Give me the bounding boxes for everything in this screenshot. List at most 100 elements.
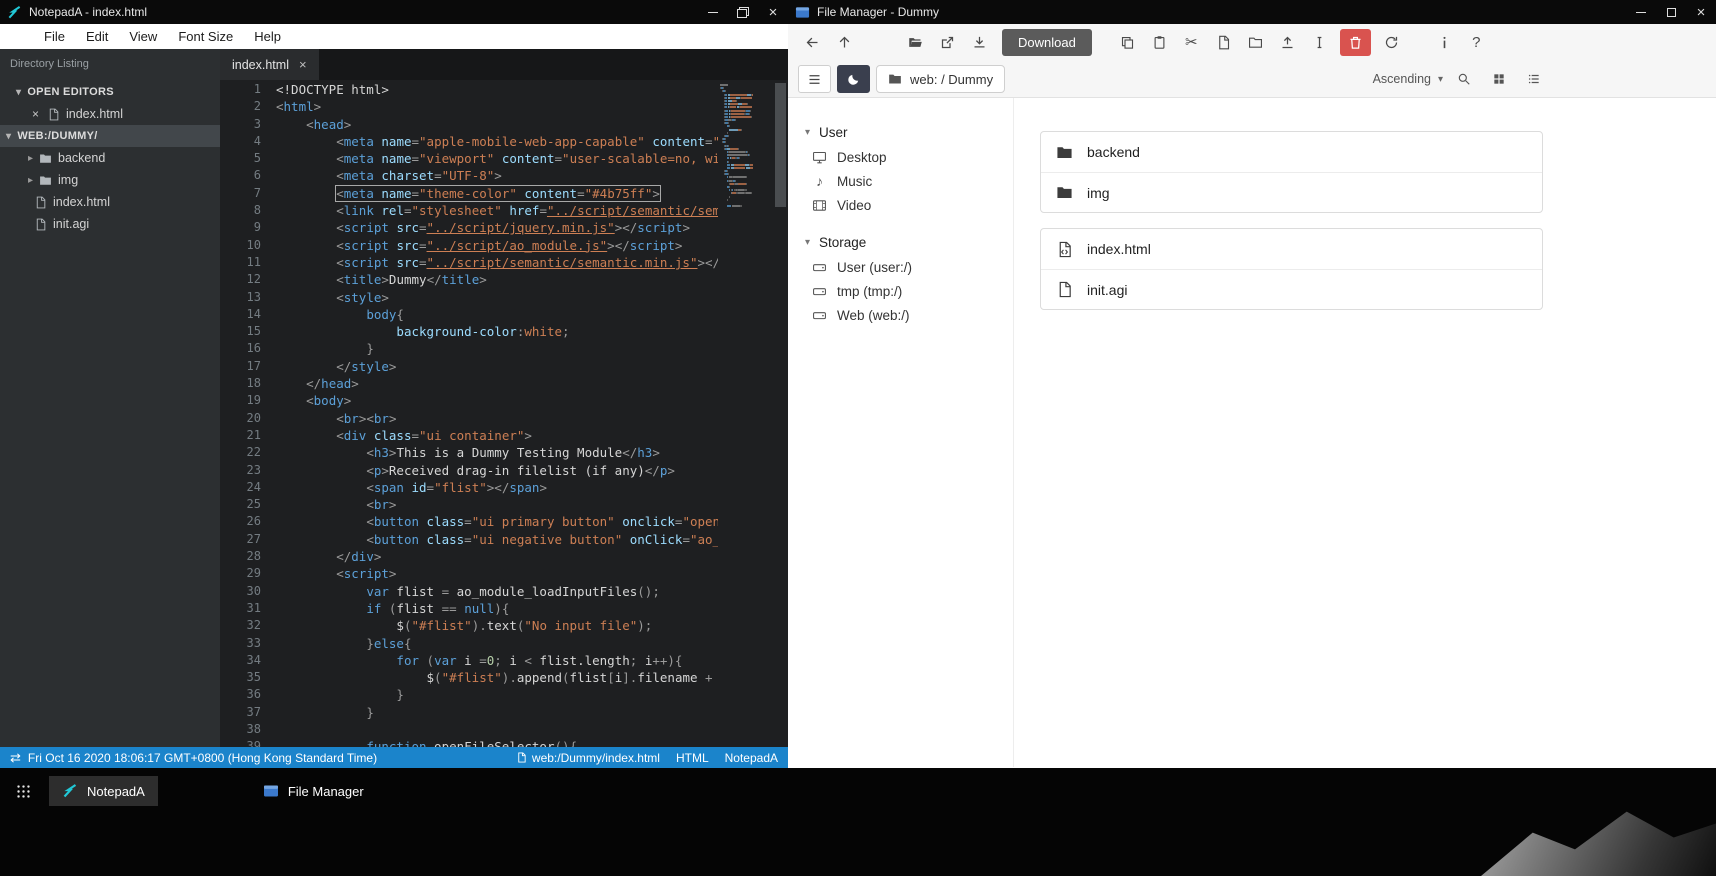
taskbar-item-file-manager[interactable]: File Manager [250, 776, 377, 806]
tree-item-img[interactable]: ▸ img [0, 169, 220, 191]
close-button[interactable]: × [758, 0, 788, 24]
sort-dropdown[interactable]: Ascending ▾ [1373, 72, 1443, 86]
code-line[interactable]: 1 <!DOCTYPE html> [220, 81, 718, 98]
code-line[interactable]: 34 for (var i =0; i < flist.length; i++)… [220, 652, 718, 669]
menu-item-view[interactable]: View [129, 29, 157, 44]
cut-button[interactable]: ✂ [1177, 29, 1206, 56]
minimize-button[interactable] [698, 0, 728, 24]
open-button[interactable] [901, 29, 930, 56]
code-line[interactable]: 25 <br> [220, 496, 718, 513]
theme-toggle-button[interactable] [837, 65, 870, 93]
code-line[interactable]: 38 [220, 721, 718, 738]
fm-sidebar-item-music[interactable]: ♪ Music [805, 169, 1013, 193]
code-line[interactable]: 7 <meta name="theme-color" content="#4b7… [220, 184, 718, 202]
code-line[interactable]: 26 <button class="ui primary button" onc… [220, 513, 718, 530]
close-button[interactable]: × [1686, 0, 1716, 24]
code-line[interactable]: 28 </div> [220, 548, 718, 565]
code-line[interactable]: 32 $("#flist").text("No input file"); [220, 617, 718, 634]
copy-button[interactable] [1113, 29, 1142, 56]
grid-view-button[interactable] [1485, 66, 1513, 92]
upload-button[interactable] [1273, 29, 1302, 56]
code-line[interactable]: 21 <div class="ui container"> [220, 427, 718, 444]
refresh-button[interactable] [1377, 29, 1406, 56]
up-button[interactable] [830, 29, 859, 56]
tree-item-backend[interactable]: ▸ backend [0, 147, 220, 169]
code-line[interactable]: 18 </head> [220, 375, 718, 392]
list-view-button[interactable] [1520, 66, 1548, 92]
menu-item-help[interactable]: Help [254, 29, 281, 44]
back-button[interactable] [798, 29, 827, 56]
code-line[interactable]: 29 <script> [220, 565, 718, 582]
restore-button[interactable] [728, 0, 758, 24]
delete-button[interactable] [1339, 29, 1371, 56]
code-line[interactable]: 15 background-color:white; [220, 323, 718, 340]
menu-button[interactable] [798, 65, 831, 93]
tab-close-icon[interactable]: × [299, 57, 307, 72]
tree-section-open-editors[interactable]: ▾ OPEN EDITORS [0, 81, 220, 103]
code-line[interactable]: 31 if (flist == null){ [220, 600, 718, 617]
rename-button[interactable] [1305, 29, 1334, 56]
save-button[interactable] [965, 29, 994, 56]
statusbar-language[interactable]: HTML [676, 751, 709, 765]
fm-content[interactable]: backend img index.html init.agi [1014, 98, 1716, 767]
code-line[interactable]: 33 }else{ [220, 635, 718, 652]
fm-file-row-backend[interactable]: backend [1041, 132, 1542, 172]
fm-sidebar-item-tmp-tmp[interactable]: tmp (tmp:/) [805, 279, 1013, 303]
editor-scrollbar[interactable] [773, 80, 788, 747]
menu-item-font-size[interactable]: Font Size [178, 29, 233, 44]
search-button[interactable] [1450, 66, 1478, 92]
scrollbar-thumb[interactable] [775, 83, 786, 207]
taskbar-item-notepada[interactable]: NotepadA [49, 776, 158, 806]
tree-item-index-html[interactable]: × index.html [0, 103, 220, 125]
code-line[interactable]: 10 <script src="../script/ao_module.js">… [220, 237, 718, 254]
new-file-button[interactable] [1209, 29, 1238, 56]
code-line[interactable]: 3 <head> [220, 116, 718, 133]
code-line[interactable]: 14 body{ [220, 306, 718, 323]
fm-section-header-user[interactable]: ▾ User [805, 120, 1013, 145]
app-launcher-button[interactable] [5, 776, 41, 806]
code-line[interactable]: 2 <html> [220, 98, 718, 115]
minimize-button[interactable] [1626, 0, 1656, 24]
tree-item-index-html[interactable]: index.html [0, 191, 220, 213]
paste-button[interactable] [1145, 29, 1174, 56]
code-line[interactable]: 13 <style> [220, 289, 718, 306]
fm-file-row-init-agi[interactable]: init.agi [1041, 269, 1542, 309]
fm-sidebar-item-video[interactable]: Video [805, 193, 1013, 217]
code-line[interactable]: 11 <script src="../script/semantic/seman… [220, 254, 718, 271]
fm-sidebar-item-desktop[interactable]: Desktop [805, 145, 1013, 169]
code-line[interactable]: 30 var flist = ao_module_loadInputFiles(… [220, 583, 718, 600]
code-line[interactable]: 9 <script src="../script/jquery.min.js">… [220, 219, 718, 236]
code-line[interactable]: 23 <p>Received drag-in filelist (if any)… [220, 462, 718, 479]
fm-sidebar-item-web-web[interactable]: Web (web:/) [805, 303, 1013, 327]
open-in-new-window-button[interactable] [933, 29, 962, 56]
code-line[interactable]: 39 function openFileSelector(){ [220, 738, 718, 747]
tab-index-html[interactable]: index.html × [220, 49, 319, 80]
tree-section-web-dummy[interactable]: ▾ WEB:/DUMMY/ [0, 125, 220, 147]
menu-item-file[interactable]: File [44, 29, 65, 44]
code-line[interactable]: 19 <body> [220, 392, 718, 409]
path-bar[interactable]: web: / Dummy [876, 65, 1006, 93]
code-line[interactable]: 4 <meta name="apple-mobile-web-app-capab… [220, 133, 718, 150]
code-line[interactable]: 5 <meta name="viewport" content="user-sc… [220, 150, 718, 167]
code-line[interactable]: 8 <link rel="stylesheet" href="../script… [220, 202, 718, 219]
fm-section-header-storage[interactable]: ▾ Storage [805, 230, 1013, 255]
fm-file-row-index-html[interactable]: index.html [1041, 229, 1542, 269]
menu-item-edit[interactable]: Edit [86, 29, 108, 44]
download-button[interactable]: Download [1002, 29, 1092, 56]
properties-button[interactable] [1430, 29, 1459, 56]
code-line[interactable]: 17 </style> [220, 358, 718, 375]
help-button[interactable]: ? [1462, 29, 1491, 56]
code-line[interactable]: 24 <span id="flist"></span> [220, 479, 718, 496]
statusbar-file[interactable]: web:/Dummy/index.html [516, 751, 660, 765]
code-line[interactable]: 36 } [220, 686, 718, 703]
code-line[interactable]: 6 <meta charset="UTF-8"> [220, 167, 718, 184]
code-line[interactable]: 37 } [220, 704, 718, 721]
fm-file-row-img[interactable]: img [1041, 172, 1542, 212]
code-line[interactable]: 16 } [220, 340, 718, 357]
code-line[interactable]: 35 $("#flist").append(flist[i].filename … [220, 669, 718, 686]
code-line[interactable]: 27 <button class="ui negative button" on… [220, 531, 718, 548]
fm-sidebar-item-user-user[interactable]: User (user:/) [805, 255, 1013, 279]
code-line[interactable]: 20 <br><br> [220, 410, 718, 427]
tree-item-init-agi[interactable]: init.agi [0, 213, 220, 235]
new-folder-button[interactable] [1241, 29, 1270, 56]
